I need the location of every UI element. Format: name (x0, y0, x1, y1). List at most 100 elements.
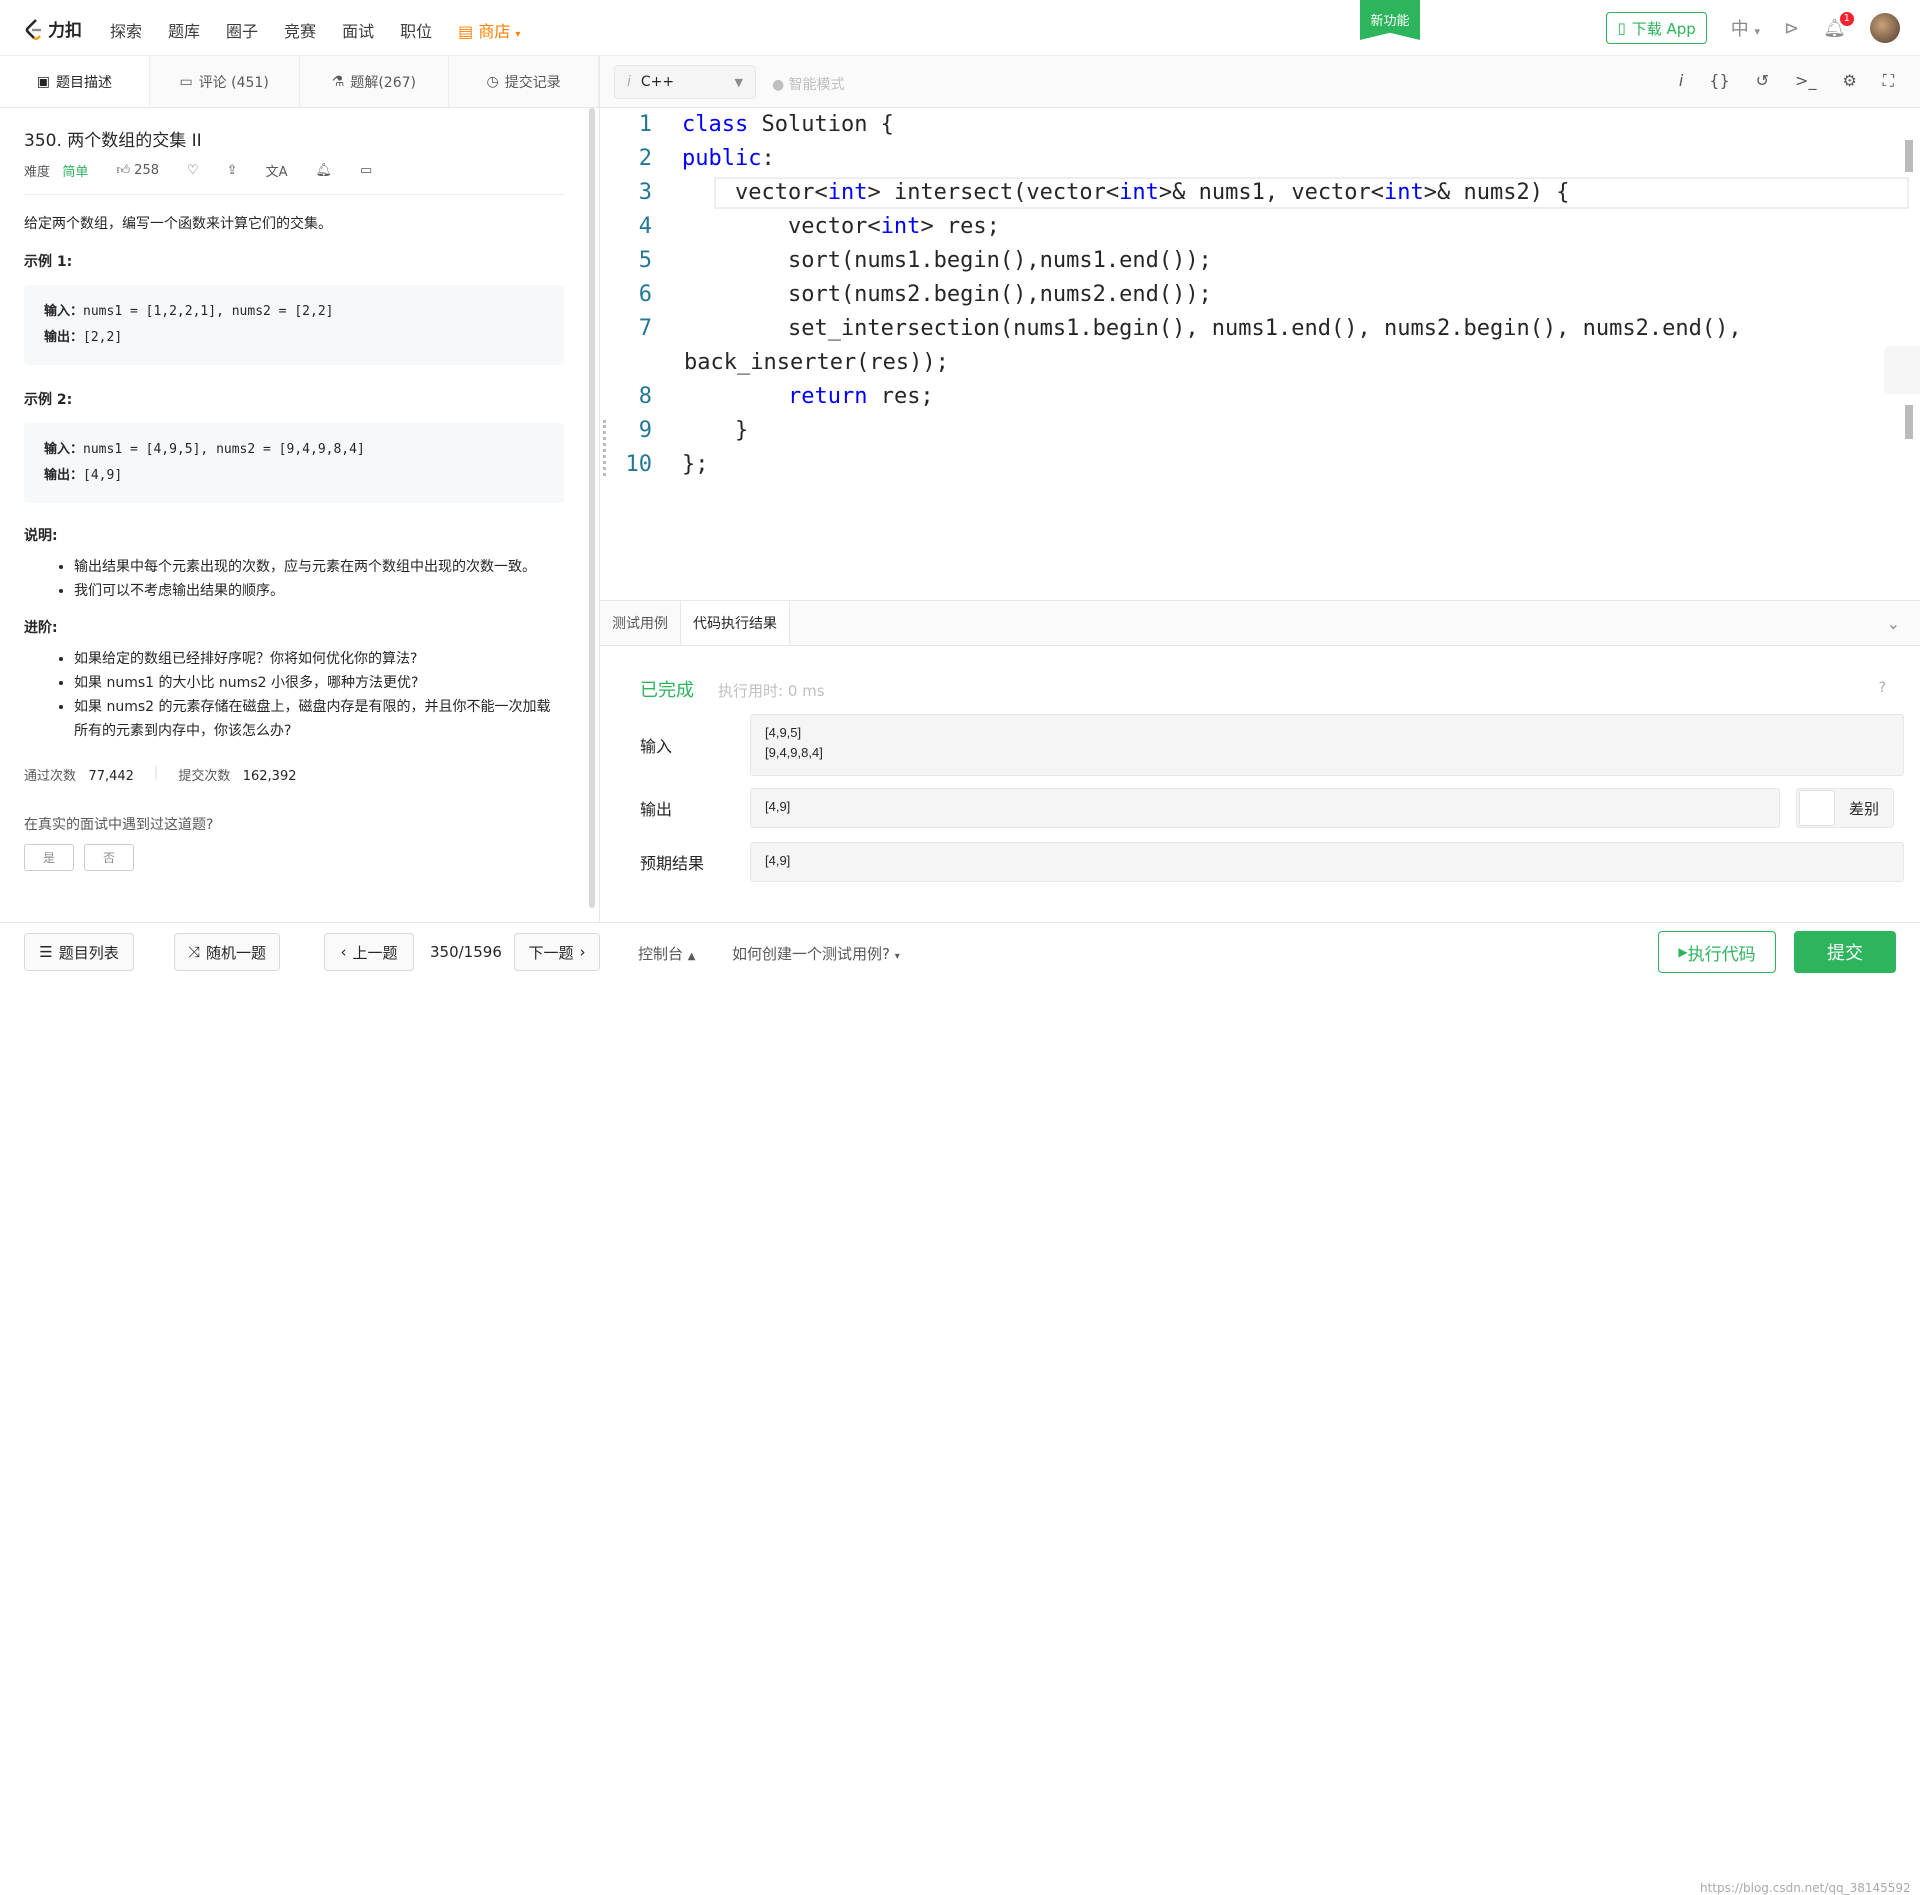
example-output: [4,9] (83, 468, 123, 483)
nav-item-explore[interactable]: 探索 (110, 18, 142, 42)
nav-item-problems[interactable]: 题库 (168, 18, 200, 42)
chevron-left-icon: ‹ (340, 943, 347, 961)
nav-item-contest[interactable]: 竞赛 (284, 18, 316, 42)
diff-label: 差别 (1849, 799, 1880, 818)
notify-bell-icon[interactable]: 🔔︎ (315, 163, 332, 178)
editor-scrollbar[interactable] (1905, 140, 1913, 172)
line-number: 4 (638, 214, 652, 239)
tab-solutions[interactable]: ⚗ 题解(267) (300, 56, 450, 107)
avatar[interactable] (1870, 13, 1900, 43)
example1-title: 示例 1: (24, 254, 73, 270)
code-line[interactable]: 9 } (614, 414, 1904, 448)
playground-icon[interactable]: ⊳ (1784, 18, 1799, 39)
bell-icon[interactable]: 🔔︎ 1 (1823, 11, 1854, 39)
code-line[interactable]: 1 class Solution { (614, 108, 1904, 142)
accepted-count: 77,442 (88, 769, 134, 784)
left-scrollbar[interactable] (589, 108, 595, 908)
expected-row: 预期结果 [4,9] (640, 842, 1904, 882)
tab-submissions[interactable]: ◷ 提交记录 (449, 56, 599, 107)
next-problem-button[interactable]: 下一题 › (514, 933, 600, 971)
shuffle-icon: ⤨ (187, 943, 200, 961)
language-value: C++ (640, 74, 675, 90)
yes-button[interactable]: 是 (24, 844, 75, 871)
reset-icon[interactable]: ↺ (1756, 71, 1769, 91)
translate-icon[interactable]: 文A (266, 161, 288, 180)
tab-run-result[interactable]: 代码执行结果 (680, 601, 790, 645)
code-line[interactable]: 7 set_intersection(nums1.begin(), nums1.… (614, 312, 1904, 346)
example2-block: 输入：nums1 = [4,9,5], nums2 = [9,4,9,8,4] … (24, 423, 564, 503)
result-panel: 已完成 执行用时: 0 ms? 输入 [4,9,5] [9,4,9,8,4] 输出… (640, 676, 1904, 882)
tab-testcase[interactable]: 测试用例 (600, 601, 680, 645)
resize-handle[interactable] (603, 420, 606, 476)
chevron-down-icon[interactable]: ⌄ (1887, 601, 1920, 645)
howto-testcase-link[interactable]: 如何创建一个测试用例? ▾ (732, 943, 900, 964)
output-box: [4,9] (750, 788, 1780, 828)
diff-toggle[interactable]: 差别 (1796, 788, 1894, 828)
example2-title: 示例 2: (24, 392, 73, 408)
code-line[interactable]: 8 return res; (614, 380, 1904, 414)
favorite-heart-icon[interactable]: ♡ (187, 163, 199, 178)
code-line[interactable]: 4 vector<int> res; (614, 210, 1904, 244)
random-problem-button[interactable]: ⤨ 随机一题 (174, 933, 280, 971)
accepted-stat: 通过次数 77,442 (24, 765, 134, 784)
console-label: 控制台 (638, 945, 684, 963)
smart-mode-toggle[interactable]: ● 智能模式 (772, 74, 845, 94)
line-number: 7 (638, 316, 652, 341)
fullscreen-icon[interactable]: ⛶ (1883, 71, 1894, 91)
like-button[interactable]: 👍︎ 258 (116, 163, 159, 178)
new-feature-banner[interactable]: 新功能 (1360, 0, 1420, 40)
language-switch[interactable]: 中 ▾ (1731, 15, 1760, 41)
nav-item-store[interactable]: ▤ 商店 ▾ (458, 18, 520, 42)
like-count: 258 (134, 163, 159, 178)
thumbs-up-icon: 👍︎ (116, 163, 131, 178)
code-line[interactable]: 2 public: (614, 142, 1904, 176)
code-line[interactable]: back_inserter(res)); (614, 346, 1904, 380)
info-icon[interactable]: i (1679, 71, 1683, 91)
caret-down-icon: ▼ (734, 75, 743, 89)
side-copy-tab[interactable] (1884, 346, 1920, 394)
input-line: [4,9,5] (765, 725, 802, 740)
code-text: sort(nums1.begin(),nums1.end()); (682, 248, 1212, 273)
feedback-icon[interactable]: ▭ (360, 163, 372, 178)
download-app-button[interactable]: ▯ 下载 App (1606, 12, 1707, 44)
settings-icon[interactable]: ⚙ (1842, 71, 1856, 91)
info-icon: i (627, 74, 631, 90)
tab-label: 评论 (451) (198, 74, 269, 91)
help-icon[interactable]: ? (1879, 680, 1886, 696)
code-line[interactable]: 10}; (614, 448, 1904, 482)
caret-down-icon: ▾ (515, 29, 521, 40)
code-line[interactable]: 5 sort(nums1.begin(),nums1.end()); (614, 244, 1904, 278)
logo[interactable]: 力扣 (24, 16, 82, 41)
flask-icon: ⚗ (331, 73, 345, 90)
run-code-button[interactable]: ▶ 执行代码 (1658, 931, 1776, 973)
play-icon: ▶ (1678, 945, 1688, 959)
prev-problem-button[interactable]: ‹ 上一题 (324, 933, 414, 971)
nav-item-jobs[interactable]: 职位 (400, 18, 432, 42)
terminal-icon[interactable]: >_ (1795, 71, 1816, 91)
share-icon[interactable]: ⇪ (227, 163, 238, 178)
code-text: }; (682, 452, 709, 477)
interview-answers: 是 否 (24, 844, 564, 871)
code-editor[interactable]: 1 class Solution {2 public: 3 vector<int> i… (614, 108, 1909, 600)
nav-right: ▯ 下载 App 中 ▾ ⊳ 🔔︎ 1 (1606, 11, 1900, 44)
code-line[interactable]: 6 sort(nums2.begin(),nums2.end()); (614, 278, 1904, 312)
line-number: 9 (638, 418, 652, 443)
example-input: nums1 = [1,2,2,1], nums2 = [2,2] (83, 304, 334, 319)
console-toggle[interactable]: 控制台 ▲ (638, 943, 696, 964)
caret-up-icon: ▲ (687, 951, 696, 962)
logo-text: 力扣 (48, 21, 82, 41)
submit-button[interactable]: 提交 (1794, 931, 1896, 973)
editor-scroll-marker (1905, 405, 1913, 439)
tab-description[interactable]: ▣ 题目描述 (0, 56, 150, 107)
line-number: 10 (625, 452, 653, 477)
no-button[interactable]: 否 (84, 844, 135, 871)
tab-comments[interactable]: ▭ 评论 (451) (150, 56, 300, 107)
tab-label: 题解(267) (350, 74, 416, 91)
nav-item-interview[interactable]: 面试 (342, 18, 374, 42)
notification-badge: 1 (1839, 11, 1854, 26)
nav-item-circle[interactable]: 圈子 (226, 18, 258, 42)
result-tabs: 测试用例 代码执行结果 ⌄ (600, 600, 1920, 646)
problem-list-button[interactable]: ☰ 题目列表 (24, 933, 134, 971)
format-braces-icon[interactable]: {} (1709, 71, 1729, 91)
language-select[interactable]: i C++ ▼ (614, 65, 756, 99)
